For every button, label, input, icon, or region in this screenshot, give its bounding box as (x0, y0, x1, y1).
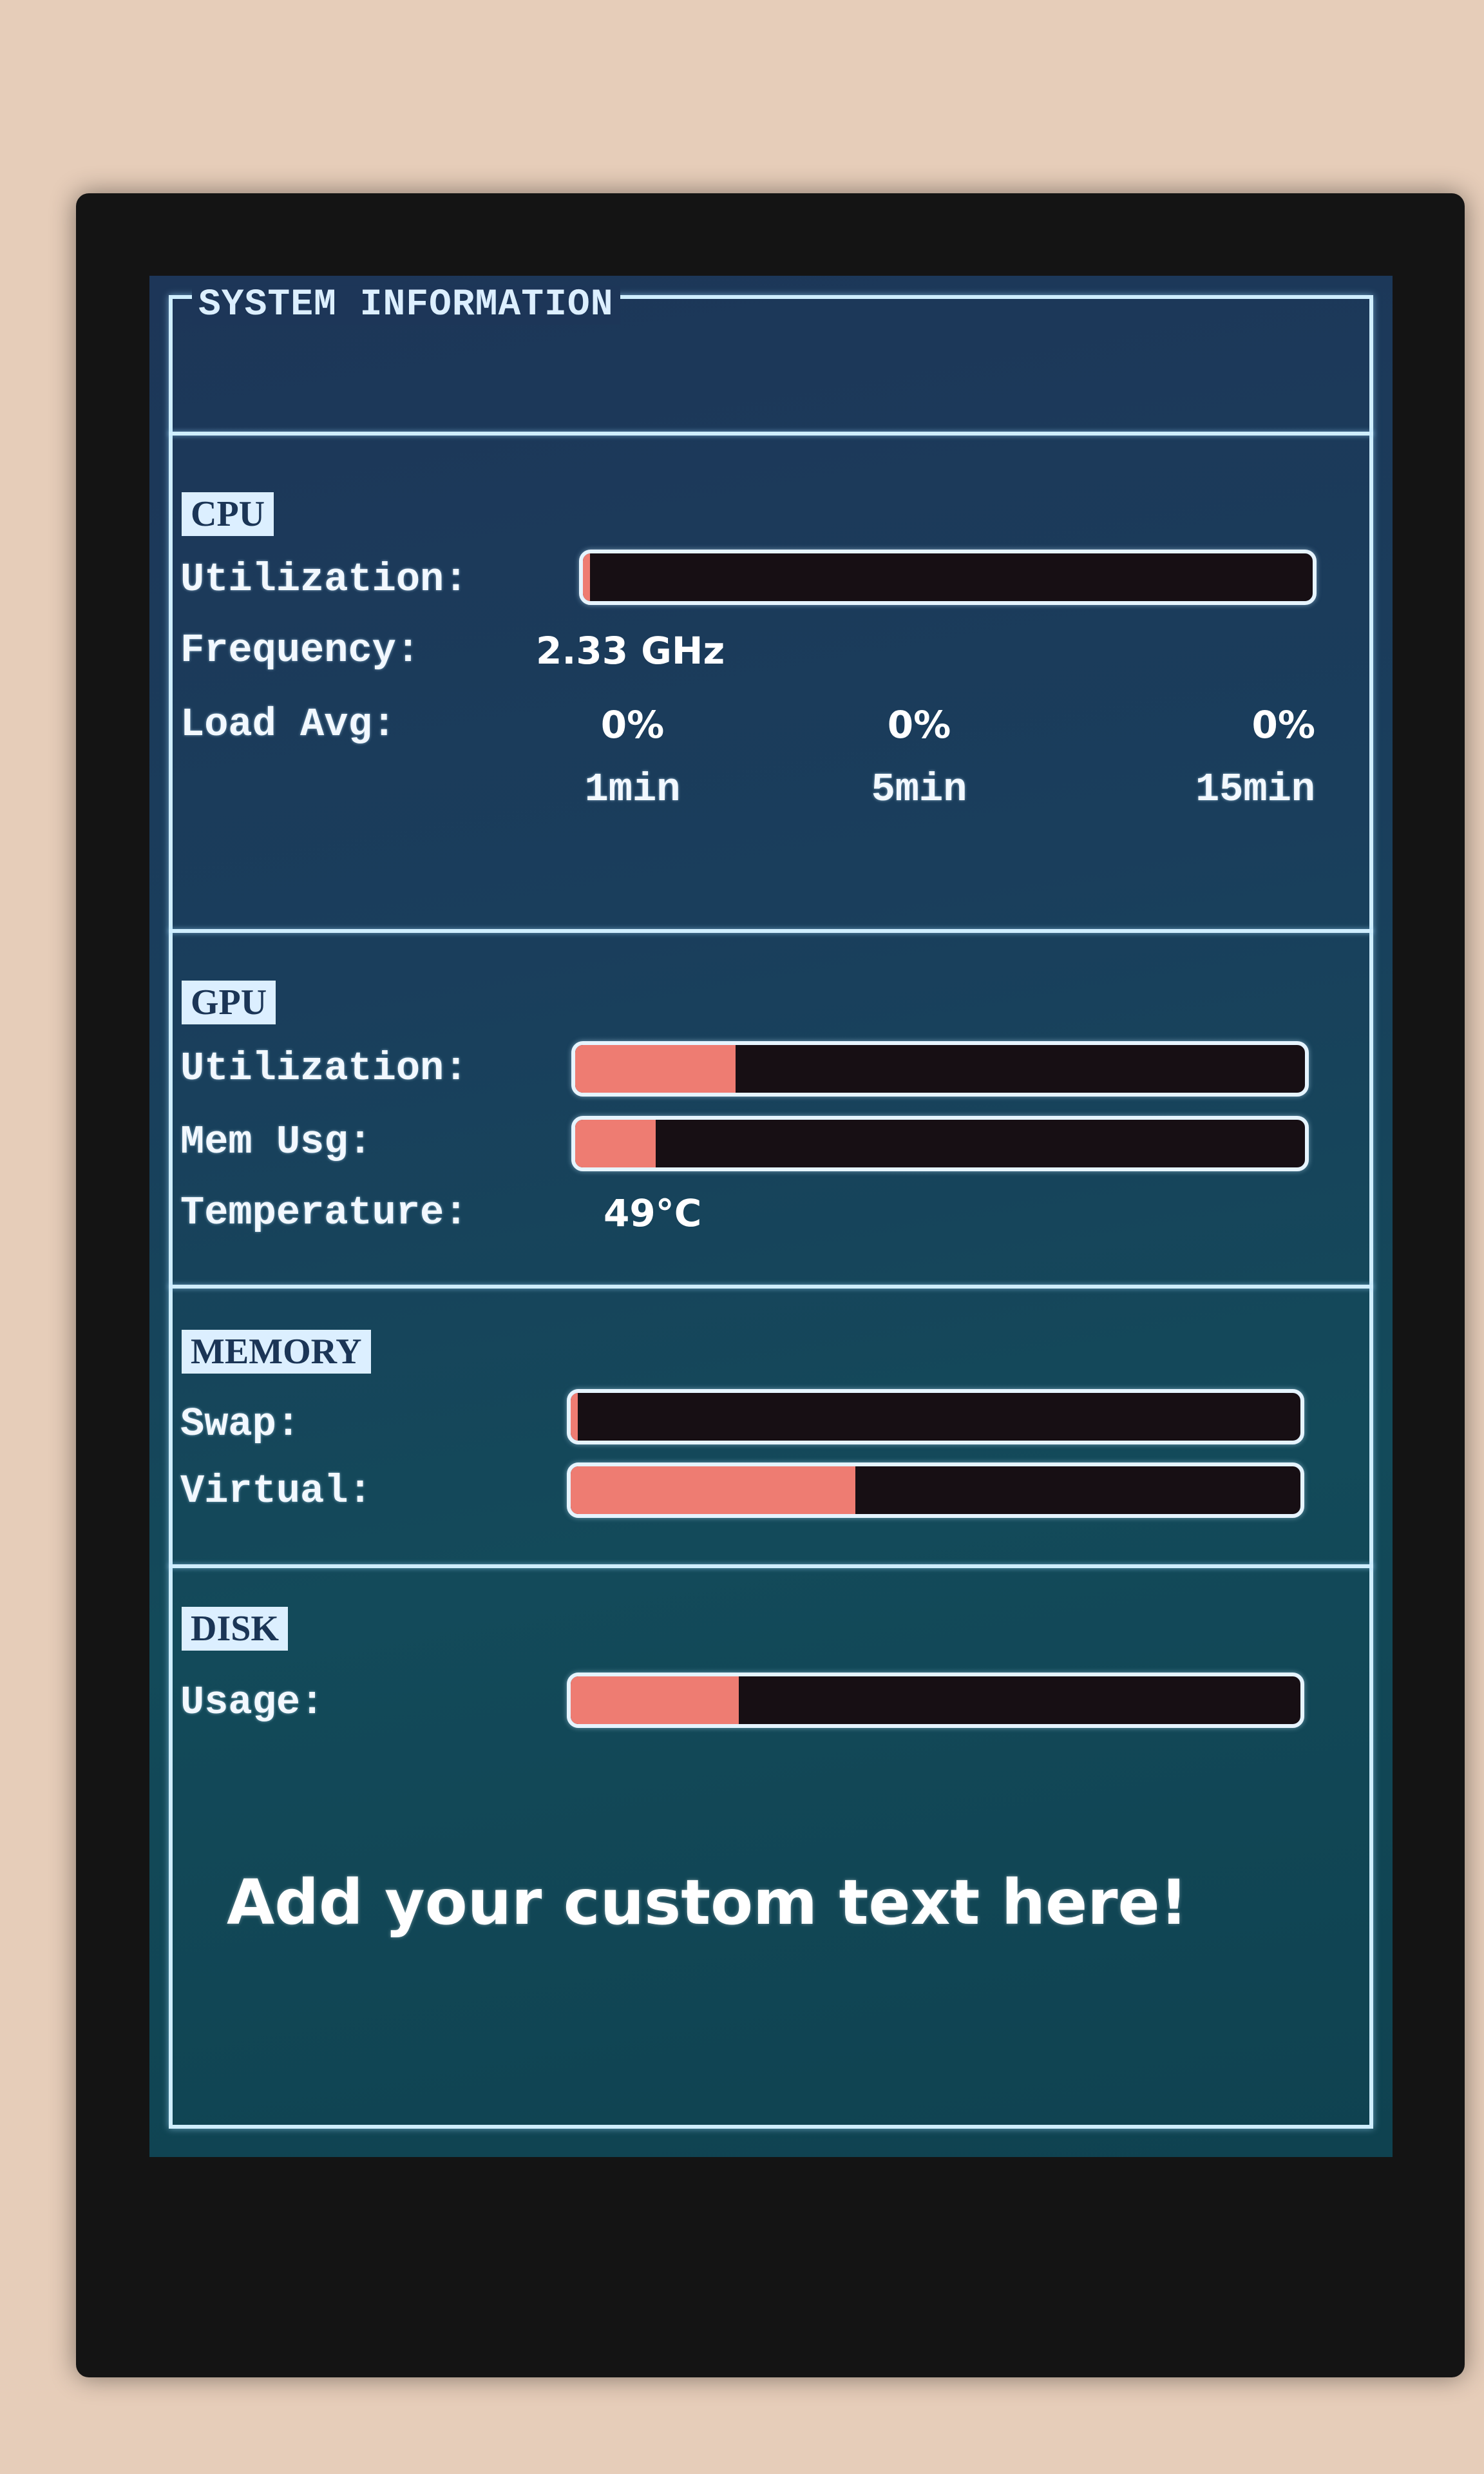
gpu-utilization-label: Utilization: (180, 1046, 468, 1091)
gpu-temperature-value: 49°C (604, 1191, 702, 1235)
disk-usage-fill (571, 1676, 739, 1724)
gpu-mem-usage-bar (571, 1116, 1309, 1171)
memory-virtual-fill (571, 1466, 855, 1514)
cpu-frequency-value: 2.33 GHz (536, 629, 725, 673)
load-avg-15min-value: 0% (1251, 703, 1315, 747)
disk-usage-bar (567, 1673, 1304, 1728)
screen-title: SYSTEM INFORMATION (192, 286, 620, 325)
load-avg-1min-label: 1min (584, 767, 681, 812)
cpu-utilization-bar (579, 550, 1317, 605)
gpu-mem-usage-fill (575, 1120, 656, 1167)
load-avg-15min-label: 15min (1195, 767, 1315, 812)
cpu-frequency-label: Frequency: (180, 628, 421, 673)
memory-header: MEMORY (182, 1330, 371, 1374)
divider-gpu (169, 1285, 1373, 1289)
gpu-utilization-bar (571, 1041, 1309, 1097)
divider-cpu (169, 929, 1373, 933)
memory-virtual-bar (567, 1462, 1304, 1518)
gpu-header: GPU (182, 981, 276, 1024)
custom-text: Add your custom text here! (227, 1866, 1188, 1939)
gpu-mem-usage-label: Mem Usg: (180, 1119, 372, 1165)
cpu-utilization-label: Utilization: (180, 557, 468, 602)
lcd-screen: SYSTEM INFORMATION CPU Utilization: Freq… (149, 276, 1393, 2157)
load-avg-5min-label: 5min (871, 767, 967, 812)
memory-virtual-label: Virtual: (180, 1468, 372, 1514)
memory-swap-bar (567, 1389, 1304, 1444)
cpu-utilization-fill (583, 553, 591, 601)
cpu-header: CPU (182, 492, 274, 536)
load-avg-5min-value: 0% (887, 703, 951, 747)
memory-swap-fill (571, 1393, 578, 1441)
gpu-temperature-label: Temperature: (180, 1190, 468, 1236)
cpu-load-avg-label: Load Avg: (180, 702, 396, 747)
disk-header: DISK (182, 1607, 288, 1651)
gpu-utilization-fill (575, 1045, 736, 1093)
load-avg-1min-value: 0% (600, 703, 665, 747)
memory-swap-label: Swap: (180, 1401, 301, 1447)
divider-memory (169, 1564, 1373, 1568)
divider-title (169, 432, 1373, 436)
disk-usage-label: Usage: (180, 1680, 325, 1725)
